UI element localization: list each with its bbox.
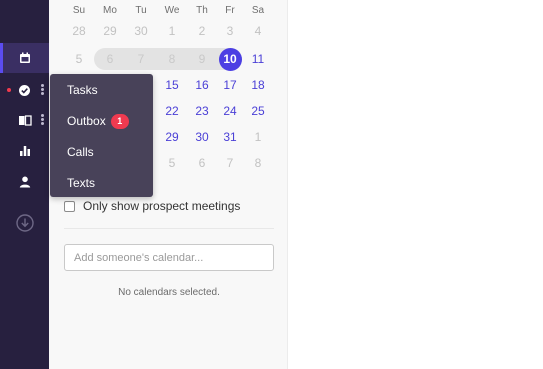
day-cell-today[interactable]: 10 bbox=[215, 49, 245, 69]
weekday-label: Tu bbox=[135, 5, 147, 16]
day-cell[interactable]: 16 bbox=[187, 75, 217, 95]
menu-item-label: Calls bbox=[67, 145, 94, 159]
sidebar-item-library[interactable] bbox=[0, 105, 49, 135]
divider bbox=[64, 228, 274, 229]
download-circle-icon bbox=[15, 214, 34, 232]
day-cell[interactable]: 7 bbox=[126, 49, 156, 69]
tasks-check-icon bbox=[19, 84, 30, 96]
sidebar-item-tasks[interactable] bbox=[0, 75, 49, 105]
only-prospect-meetings-label: Only show prospect meetings bbox=[83, 199, 241, 213]
weekday-label: Mo bbox=[103, 5, 117, 16]
more-options-icon[interactable] bbox=[41, 84, 44, 95]
day-cell[interactable]: 17 bbox=[215, 75, 245, 95]
day-cell[interactable]: 15 bbox=[157, 75, 187, 95]
day-cell[interactable]: 4 bbox=[243, 21, 273, 41]
menu-item-tasks[interactable]: Tasks bbox=[50, 75, 153, 105]
add-calendar-input[interactable] bbox=[64, 244, 274, 271]
calendar-icon bbox=[19, 52, 30, 63]
book-icon bbox=[18, 115, 32, 126]
day-cell[interactable]: 3 bbox=[215, 21, 245, 41]
day-cell[interactable]: 1 bbox=[157, 21, 187, 41]
bar-chart-icon bbox=[19, 146, 30, 156]
day-cell[interactable]: 9 bbox=[187, 49, 217, 69]
day-cell[interactable]: 29 bbox=[157, 127, 187, 147]
menu-item-label: Texts bbox=[67, 176, 96, 190]
person-icon bbox=[19, 176, 30, 188]
day-cell[interactable]: 23 bbox=[187, 101, 217, 121]
tasks-dropdown-menu: Tasks Outbox 1 Calls Texts bbox=[50, 74, 153, 197]
day-cell[interactable]: 7 bbox=[215, 153, 245, 173]
sidebar: $ bbox=[0, 0, 49, 369]
day-cell[interactable]: 31 bbox=[215, 127, 245, 147]
menu-item-texts[interactable]: Texts bbox=[50, 168, 153, 198]
day-cell[interactable]: 8 bbox=[157, 49, 187, 69]
sidebar-item-contacts[interactable] bbox=[0, 0, 49, 8]
day-cell[interactable]: 25 bbox=[243, 101, 273, 121]
menu-item-label: Outbox bbox=[67, 114, 106, 128]
day-cell[interactable]: 11 bbox=[243, 49, 273, 69]
sidebar-item-calendar[interactable] bbox=[0, 43, 49, 73]
day-cell[interactable]: 18 bbox=[243, 75, 273, 95]
day-cell[interactable]: 30 bbox=[187, 127, 217, 147]
weekday-label: Sa bbox=[251, 5, 265, 16]
only-prospect-meetings-checkbox[interactable] bbox=[64, 200, 75, 212]
day-cell[interactable]: 6 bbox=[187, 153, 217, 173]
day-cell[interactable]: 6 bbox=[95, 49, 125, 69]
weekday-label: We bbox=[164, 5, 180, 16]
day-cell[interactable]: 29 bbox=[95, 21, 125, 41]
app-root: $ bbox=[0, 0, 543, 369]
menu-item-label: Tasks bbox=[67, 83, 98, 97]
day-cell[interactable]: 1 bbox=[243, 127, 273, 147]
day-cell[interactable]: 8 bbox=[243, 153, 273, 173]
day-cell[interactable]: 24 bbox=[215, 101, 245, 121]
day-cell[interactable]: 2 bbox=[187, 21, 217, 41]
menu-item-calls[interactable]: Calls bbox=[50, 137, 153, 167]
more-options-icon[interactable] bbox=[41, 114, 44, 125]
day-cell[interactable]: 22 bbox=[157, 101, 187, 121]
menu-item-outbox[interactable]: Outbox 1 bbox=[50, 106, 153, 136]
sidebar-item-profile[interactable] bbox=[0, 167, 49, 197]
day-cell[interactable]: 5 bbox=[64, 49, 94, 69]
weekday-label: Fr bbox=[225, 5, 235, 16]
no-calendars-message: No calendars selected. bbox=[118, 287, 220, 298]
sidebar-item-download[interactable] bbox=[0, 208, 49, 238]
only-prospect-meetings-toggle[interactable]: Only show prospect meetings bbox=[64, 199, 240, 213]
outbox-count-badge: 1 bbox=[110, 113, 129, 129]
notification-dot bbox=[7, 88, 11, 92]
day-cell[interactable]: 30 bbox=[126, 21, 156, 41]
weekday-label: Su bbox=[72, 5, 86, 16]
day-cell[interactable]: 5 bbox=[157, 153, 187, 173]
day-cell[interactable]: 28 bbox=[64, 21, 94, 41]
weekday-label: Th bbox=[196, 5, 208, 16]
sidebar-item-reports[interactable] bbox=[0, 136, 49, 166]
